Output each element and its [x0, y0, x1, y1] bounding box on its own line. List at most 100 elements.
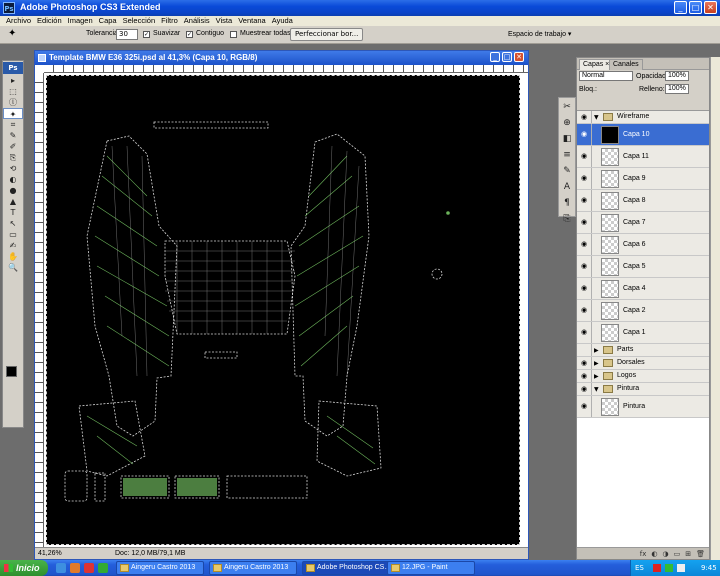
layers-footer-icon-4[interactable]: ⊞ [685, 548, 691, 559]
tool-icon-5[interactable]: ✎ [3, 130, 23, 141]
visibility-eye-icon[interactable]: ◉ [579, 402, 589, 410]
visibility-eye-icon[interactable]: ◉ [579, 359, 589, 367]
tool-icon-13[interactable]: ↖ [3, 218, 23, 229]
visibility-eye-icon[interactable]: ◉ [579, 240, 589, 248]
refine-edge-button[interactable]: Perfeccionar bor... [290, 28, 364, 41]
layer-row[interactable]: ◉ Capa 9 [577, 168, 709, 190]
quicklaunch-firefox-icon[interactable] [70, 563, 80, 573]
foreground-color-swatch[interactable] [6, 366, 17, 377]
tool-icon-4[interactable]: ⌗ [3, 119, 23, 130]
taskbar-button[interactable]: Aingeru Castro 2013 [209, 561, 297, 575]
magic-wand-icon[interactable]: ✦ [8, 28, 16, 39]
menu-item-6[interactable]: Análisis [181, 16, 213, 26]
maximize-button[interactable]: □ [689, 1, 702, 14]
tool-icon-12[interactable]: T [3, 207, 23, 218]
tool-icon-7[interactable]: ⎘ [3, 152, 23, 163]
tray-antivirus-icon[interactable] [653, 564, 661, 572]
menu-item-9[interactable]: Ayuda [269, 16, 296, 26]
doc-minimize-button[interactable]: _ [490, 52, 500, 62]
layers-footer-icon-5[interactable]: 🗑 [696, 548, 705, 559]
zoom-level[interactable]: 41,26% [38, 550, 62, 557]
visibility-eye-icon[interactable]: ◉ [579, 284, 589, 292]
menu-item-8[interactable]: Ventana [235, 16, 269, 26]
menu-item-3[interactable]: Capa [96, 16, 120, 26]
layer-row[interactable]: ◉ Capa 7 [577, 212, 709, 234]
panel-strip-icon-7[interactable]: ⎘ [559, 212, 575, 226]
layer-group-row[interactable]: ◉ ▼ Wireframe [577, 111, 709, 124]
layer-row[interactable]: ◉ Pintura [577, 396, 709, 418]
language-indicator[interactable]: ES [635, 564, 644, 572]
tool-icon-16[interactable]: ✋ [3, 251, 23, 262]
visibility-eye-icon[interactable]: ◉ [579, 196, 589, 204]
tool-icon-14[interactable]: ▭ [3, 229, 23, 240]
right-scrollbar[interactable] [710, 57, 720, 560]
layer-row[interactable]: ◉ Capa 8 [577, 190, 709, 212]
smooth-checkbox[interactable]: ✓ [143, 31, 150, 38]
blend-mode-select[interactable]: Normal [579, 71, 633, 81]
menu-item-4[interactable]: Selección [120, 16, 159, 26]
doc-maximize-button[interactable]: □ [502, 52, 512, 62]
layers-footer-icon-0[interactable]: fx [640, 548, 647, 559]
tool-icon-2[interactable]: ⓛ [3, 97, 23, 108]
image-canvas[interactable] [46, 75, 520, 545]
contiguous-checkbox[interactable]: ✓ [186, 31, 193, 38]
minimize-button[interactable]: _ [674, 1, 687, 14]
fill-input[interactable]: 100% [665, 84, 689, 94]
menu-item-2[interactable]: Imagen [65, 16, 96, 26]
menu-item-1[interactable]: Edición [34, 16, 65, 26]
panel-strip-icon-3[interactable]: ≡ [559, 148, 575, 162]
visibility-eye-icon[interactable] [579, 346, 589, 354]
tool-icon-10[interactable]: ● [3, 185, 23, 196]
tool-icon-15[interactable]: ✍ [3, 240, 23, 251]
taskbar-button[interactable]: Adobe Photoshop CS... [302, 561, 390, 575]
tool-icon-17[interactable]: 🔍 [3, 262, 23, 273]
tool-icon-0[interactable]: ▸ [3, 75, 23, 86]
tool-icon-6[interactable]: ✐ [3, 141, 23, 152]
panel-strip-icon-1[interactable]: ⊕ [559, 116, 575, 130]
menu-item-0[interactable]: Archivo [3, 16, 34, 26]
workspace-menu[interactable]: Espacio de trabajo ▾ [508, 30, 571, 38]
group-expand-icon[interactable]: ▶ [594, 373, 599, 380]
visibility-eye-icon[interactable]: ◉ [579, 385, 589, 393]
layer-row[interactable]: ◉ Capa 6 [577, 234, 709, 256]
visibility-eye-icon[interactable]: ◉ [579, 262, 589, 270]
layers-footer-icon-2[interactable]: ◑ [663, 548, 669, 559]
layer-group-row[interactable]: ◉ ▶ Logos [577, 370, 709, 383]
visibility-eye-icon[interactable]: ◉ [579, 218, 589, 226]
tab-channels[interactable]: Canales [609, 59, 643, 70]
sample-all-layers-checkbox[interactable] [230, 31, 237, 38]
layer-group-row[interactable]: ◉ ▶ Dorsales [577, 357, 709, 370]
start-button[interactable]: Inicio [0, 560, 48, 576]
visibility-eye-icon[interactable]: ◉ [579, 113, 589, 121]
layers-footer-icon-3[interactable]: ▭ [674, 548, 681, 559]
panel-strip-icon-6[interactable]: ¶ [559, 196, 575, 210]
opacity-input[interactable]: 100% [665, 71, 689, 81]
layer-row[interactable]: ◉ Capa 2 [577, 300, 709, 322]
group-expand-icon[interactable]: ▼ [594, 386, 599, 393]
horizontal-ruler[interactable] [44, 65, 528, 73]
visibility-eye-icon[interactable]: ◉ [579, 372, 589, 380]
layer-row[interactable]: ◉ Capa 11 [577, 146, 709, 168]
panel-strip-icon-0[interactable]: ✂ [559, 100, 575, 114]
visibility-eye-icon[interactable]: ◉ [579, 130, 589, 138]
tray-volume-icon[interactable] [677, 564, 685, 572]
taskbar-button[interactable]: Aingeru Castro 2013 [116, 561, 204, 575]
taskbar-button[interactable]: 12.JPG - Paint [387, 561, 475, 575]
tool-icon-1[interactable]: ⬚ [3, 86, 23, 97]
layer-row[interactable]: ◉ Capa 5 [577, 256, 709, 278]
panel-strip-icon-4[interactable]: ✎ [559, 164, 575, 178]
group-expand-icon[interactable]: ▶ [594, 360, 599, 367]
quicklaunch-ie-icon[interactable] [56, 563, 66, 573]
vertical-ruler[interactable] [35, 73, 44, 549]
visibility-eye-icon[interactable]: ◉ [579, 152, 589, 160]
menu-item-7[interactable]: Vista [213, 16, 236, 26]
visibility-eye-icon[interactable]: ◉ [579, 328, 589, 336]
tray-network-icon[interactable] [665, 564, 673, 572]
visibility-eye-icon[interactable]: ◉ [579, 306, 589, 314]
quicklaunch-media-icon[interactable] [84, 563, 94, 573]
menu-item-5[interactable]: Filtro [158, 16, 181, 26]
tool-icon-8[interactable]: ⟲ [3, 163, 23, 174]
tool-icon-9[interactable]: ◐ [3, 174, 23, 185]
layer-row[interactable]: ◉ Capa 4 [577, 278, 709, 300]
close-button[interactable]: ✕ [704, 1, 717, 14]
